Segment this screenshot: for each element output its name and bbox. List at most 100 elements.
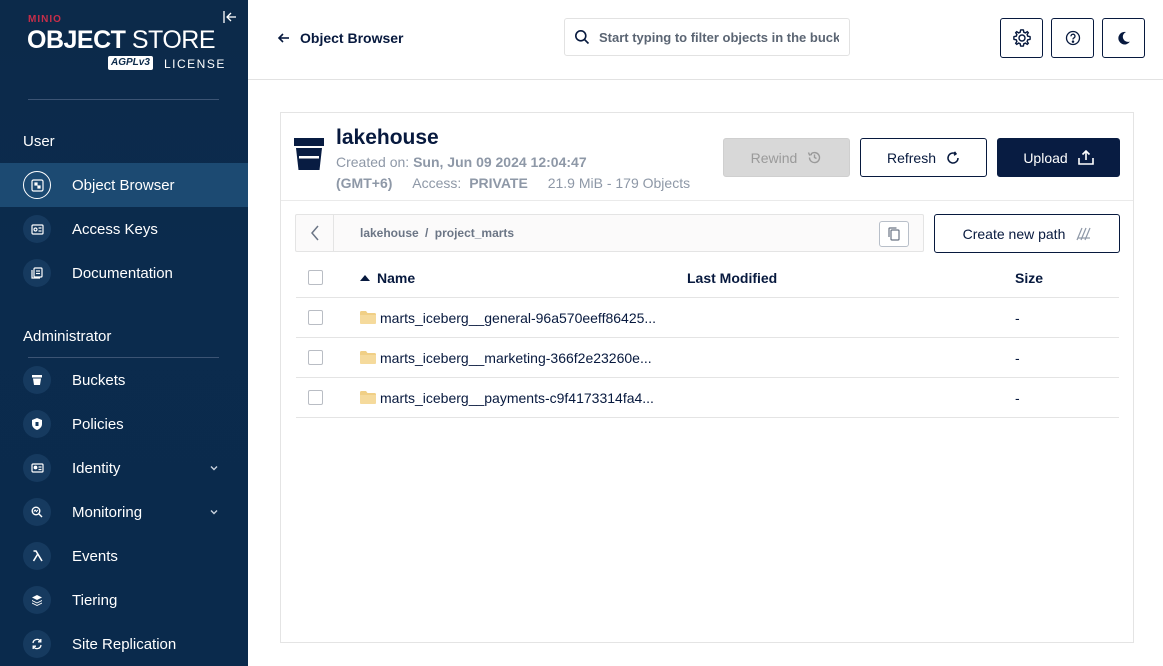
sidebar-item-access-keys[interactable]: Access Keys	[0, 207, 248, 251]
page-title: Object Browser	[300, 30, 404, 46]
moon-icon	[1117, 31, 1130, 45]
arrow-left-icon	[277, 33, 289, 43]
tiering-icon	[23, 586, 51, 614]
sidebar-item-monitoring[interactable]: Monitoring	[0, 490, 248, 534]
logo-product: OBJECT STORE	[27, 26, 216, 54]
logo-license: LICENSE	[164, 57, 226, 71]
bucket-stats: 21.9 MiB - 179 Objects	[547, 175, 691, 191]
access-keys-icon	[23, 215, 51, 243]
row-checkbox[interactable]	[308, 350, 323, 365]
breadcrumb-folder[interactable]: project_marts	[435, 226, 514, 240]
sidebar-item-label: Object Browser	[72, 177, 175, 194]
sidebar-item-events[interactable]: Events	[0, 534, 248, 578]
gear-icon	[1012, 29, 1031, 47]
object-name[interactable]: marts_iceberg__general-96a570eeff86425..…	[380, 310, 656, 326]
sidebar-item-label: Tiering	[72, 592, 118, 609]
bucket-name: lakehouse	[336, 126, 439, 149]
chevron-down-icon	[210, 466, 218, 471]
identity-icon	[23, 454, 51, 482]
sidebar-item-label: Access Keys	[72, 221, 158, 238]
sidebar-item-label: Buckets	[72, 372, 126, 389]
breadcrumb: lakehouse / project_marts	[360, 226, 515, 240]
chevron-down-icon	[210, 510, 218, 515]
logo-agpl-badge: AGPLv3	[108, 56, 153, 70]
table-row[interactable]: marts_iceberg__general-96a570eeff86425..…	[296, 298, 1119, 338]
lambda-icon	[23, 542, 51, 570]
sidebar-divider	[28, 99, 219, 100]
sidebar-item-label: Site Replication	[72, 636, 177, 653]
upload-button[interactable]: Upload	[997, 138, 1120, 177]
rewind-button[interactable]: Rewind	[723, 138, 850, 177]
sidebar-item-label: Monitoring	[72, 504, 143, 521]
folder-icon	[360, 351, 376, 364]
sort-ascending-icon	[360, 275, 370, 281]
help-icon	[1065, 30, 1080, 46]
refresh-button[interactable]: Refresh	[860, 138, 987, 177]
object-size: -	[1015, 350, 1020, 366]
column-header-name[interactable]: Name	[377, 270, 415, 286]
refresh-icon	[947, 150, 959, 164]
sidebar: MINIO OBJECT STORE AGPLv3 LICENSE User O…	[0, 0, 248, 666]
logo-brand: MINIO	[28, 14, 62, 25]
table-row[interactable]: marts_iceberg__marketing-366f2e23260e...…	[296, 338, 1119, 378]
column-header-last-modified[interactable]: Last Modified	[687, 270, 777, 286]
object-size: -	[1015, 390, 1020, 406]
sidebar-item-label: Documentation	[72, 265, 173, 282]
policies-icon	[23, 410, 51, 438]
top-bar: Object Browser	[248, 0, 1163, 80]
sidebar-section-user: User	[23, 133, 55, 150]
folder-icon	[360, 311, 376, 324]
chevron-left-icon	[310, 225, 319, 241]
bucket-created: Created on: Sun, Jun 09 2024 12:04:47	[336, 154, 587, 170]
upload-icon	[1077, 150, 1094, 165]
sidebar-item-label: Events	[72, 548, 118, 565]
sidebar-item-label: Policies	[72, 416, 124, 433]
row-checkbox[interactable]	[308, 390, 323, 405]
copy-path-button[interactable]	[879, 221, 909, 247]
object-browser-icon	[23, 171, 51, 199]
collapse-sidebar-icon[interactable]	[222, 9, 238, 25]
new-path-icon	[1076, 227, 1091, 240]
dark-mode-toggle[interactable]	[1102, 18, 1145, 58]
bucket-header: lakehouse Created on: Sun, Jun 09 2024 1…	[281, 113, 1133, 201]
documentation-icon	[23, 259, 51, 287]
bucket-icon	[294, 138, 324, 170]
minio-logo: MINIO OBJECT STORE AGPLv3 LICENSE	[27, 14, 224, 74]
table-header-row: Name Last Modified Size	[296, 258, 1119, 298]
replication-icon	[23, 630, 51, 658]
create-new-path-button[interactable]: Create new path	[934, 214, 1120, 253]
breadcrumb-bar: lakehouse / project_marts	[295, 214, 924, 252]
sidebar-item-object-browser[interactable]: Object Browser	[0, 163, 248, 207]
object-name[interactable]: marts_iceberg__payments-c9f4173314fa4...	[380, 390, 654, 406]
sidebar-item-buckets[interactable]: Buckets	[0, 358, 248, 402]
copy-icon	[888, 227, 900, 241]
sidebar-item-documentation[interactable]: Documentation	[0, 251, 248, 295]
folder-icon	[360, 391, 376, 404]
table-row[interactable]: marts_iceberg__payments-c9f4173314fa4...…	[296, 378, 1119, 418]
column-header-size[interactable]: Size	[1015, 270, 1043, 286]
search-input[interactable]	[599, 29, 839, 45]
back-to-object-browser[interactable]: Object Browser	[277, 30, 403, 46]
row-checkbox[interactable]	[308, 310, 323, 325]
sidebar-item-label: Identity	[72, 460, 121, 477]
buckets-icon	[23, 366, 51, 394]
history-icon	[808, 151, 821, 164]
settings-button[interactable]	[1000, 18, 1043, 58]
object-filter-search[interactable]	[564, 18, 850, 56]
path-back-button[interactable]	[296, 215, 334, 251]
breadcrumb-bucket[interactable]: lakehouse	[360, 226, 419, 240]
search-icon	[575, 30, 590, 45]
select-all-checkbox[interactable]	[308, 270, 323, 285]
bucket-details: (GMT+6) Access: PRIVATE 21.9 MiB - 179 O…	[336, 175, 691, 191]
sidebar-item-site-replication[interactable]: Site Replication	[0, 622, 248, 666]
sidebar-section-administrator: Administrator	[23, 328, 112, 345]
object-size: -	[1015, 310, 1020, 326]
objects-table: Name Last Modified Size marts_iceberg__g…	[296, 258, 1119, 418]
help-button[interactable]	[1051, 18, 1094, 58]
monitoring-icon	[23, 498, 51, 526]
sidebar-item-policies[interactable]: Policies	[0, 402, 248, 446]
object-name[interactable]: marts_iceberg__marketing-366f2e23260e...	[380, 350, 652, 366]
sidebar-item-tiering[interactable]: Tiering	[0, 578, 248, 622]
sidebar-item-identity[interactable]: Identity	[0, 446, 248, 490]
bucket-content-card: lakehouse Created on: Sun, Jun 09 2024 1…	[280, 112, 1134, 643]
